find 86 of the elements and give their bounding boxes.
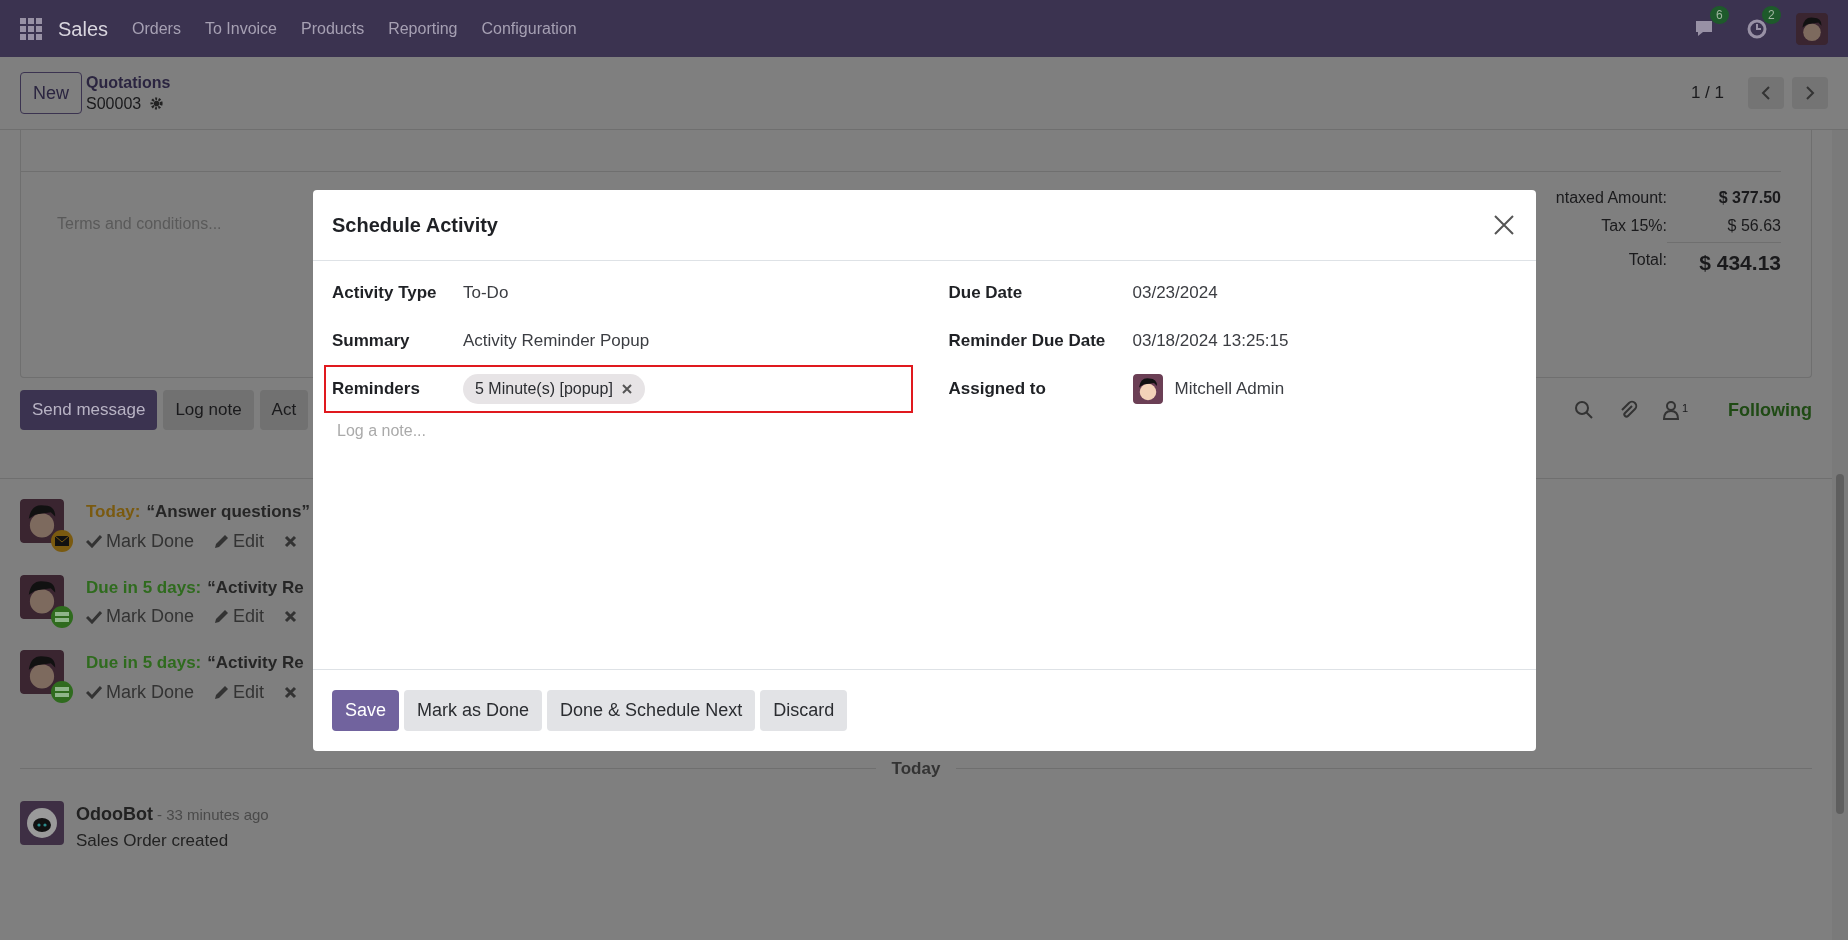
note-field[interactable]: Log a note...	[337, 419, 937, 443]
close-icon[interactable]	[1493, 214, 1515, 236]
apps-menu-icon[interactable]	[20, 17, 42, 40]
avatar-icon	[1132, 374, 1163, 404]
check-icon	[86, 609, 102, 624]
pencil-icon	[214, 533, 230, 549]
chevron-left-icon	[1760, 85, 1772, 101]
field-label: Summary	[332, 330, 411, 353]
edit-link[interactable]: Edit	[233, 603, 265, 630]
activity-due: Due in 5 days:	[86, 576, 202, 599]
field-label: Reminder Due Date	[948, 330, 1107, 353]
follower-count: 1	[1681, 401, 1688, 416]
field-label: Reminders	[332, 378, 421, 401]
dialog-button[interactable]: Save	[332, 690, 400, 731]
chatter-button[interactable]: Send message	[20, 390, 158, 430]
edit-link[interactable]: Edit	[233, 678, 265, 706]
record-name: S00003	[86, 94, 142, 114]
total-label: Total:	[1628, 250, 1667, 271]
total-value: $ 56.63	[1726, 216, 1781, 236]
field-label: Activity Type	[332, 282, 438, 305]
activity-due: Today:	[86, 501, 141, 523]
avatar-icon	[20, 499, 64, 543]
breadcrumb-link[interactable]: Quotations	[86, 72, 171, 93]
message-count-badge: 6	[1710, 5, 1729, 24]
message-body: Sales Order created	[76, 830, 230, 852]
gear-icon[interactable]	[149, 96, 165, 111]
cancel-icon[interactable]	[284, 534, 298, 548]
envelope-badge-icon	[50, 529, 74, 553]
activity-summary: “Activity Re	[207, 576, 304, 599]
chatter-button[interactable]: Act	[259, 390, 309, 430]
dialog-button[interactable]: Discard	[760, 690, 848, 731]
next-button[interactable]	[1792, 77, 1828, 109]
edit-link[interactable]: Edit	[233, 527, 265, 555]
menu-item[interactable]: To Invoice	[204, 16, 277, 41]
menu-item[interactable]: Reporting	[388, 16, 458, 41]
close-icon[interactable]	[620, 383, 633, 395]
cancel-icon[interactable]	[284, 685, 298, 699]
check-icon	[86, 685, 102, 699]
message-author[interactable]: OdooBot	[76, 801, 153, 828]
total-label: Tax 15%:	[1601, 216, 1667, 236]
pencil-icon	[214, 609, 230, 624]
chatter-button[interactable]: Log note	[163, 390, 254, 430]
list-badge-icon	[50, 680, 74, 704]
activity-count-badge: 2	[1762, 5, 1781, 24]
dialog-button[interactable]: Mark as Done	[404, 690, 543, 731]
cancel-icon[interactable]	[284, 610, 298, 623]
new-button[interactable]: New	[20, 72, 82, 114]
reminder-tag[interactable]: 5 Minute(s) [popup]	[463, 374, 645, 404]
avatar-icon	[20, 574, 64, 619]
field-value[interactable]: To-Do	[463, 280, 509, 306]
mark-done-link[interactable]: Mark Done	[106, 678, 195, 706]
robot-avatar-icon	[20, 801, 64, 845]
total-value: $ 377.50	[1717, 188, 1781, 208]
chevron-right-icon	[1804, 85, 1816, 101]
activity-due: Due in 5 days:	[86, 652, 202, 674]
field-label: Assigned to	[948, 378, 1047, 401]
following-button[interactable]: Following	[1728, 396, 1812, 424]
mark-done-link[interactable]: Mark Done	[106, 527, 195, 555]
mark-done-link[interactable]: Mark Done	[106, 603, 195, 630]
avatar-icon	[20, 650, 64, 694]
previous-button[interactable]	[1748, 77, 1784, 109]
pencil-icon	[214, 684, 230, 700]
dialog-title: Schedule Activity	[332, 213, 498, 238]
date-separator: Today	[891, 757, 941, 780]
clock-icon[interactable]	[1746, 17, 1768, 40]
search-icon[interactable]	[1573, 400, 1594, 420]
pager-text: 1 / 1	[1690, 82, 1724, 105]
list-badge-icon	[50, 604, 74, 629]
user-name[interactable]: Mitchell Admin	[1174, 376, 1285, 402]
avatar-icon	[1796, 12, 1828, 45]
person-icon[interactable]	[1661, 400, 1680, 420]
total-value: $ 434.13	[1667, 242, 1781, 279]
menu-item[interactable]: Orders	[132, 16, 181, 41]
app-name[interactable]: Sales	[58, 13, 109, 44]
scrollbar[interactable]	[1832, 130, 1848, 940]
check-icon	[86, 534, 102, 548]
menu-item[interactable]: Products	[301, 16, 365, 41]
field-value[interactable]: Activity Reminder Popup	[463, 328, 650, 354]
field-value[interactable]: 03/23/2024	[1132, 280, 1218, 306]
menu-item[interactable]: Configuration	[481, 16, 577, 41]
activity-summary: “Activity Re	[207, 652, 304, 674]
activity-summary: “Answer questions”	[146, 501, 310, 523]
dialog-button[interactable]: Done & Schedule Next	[547, 690, 756, 731]
field-value[interactable]: 03/18/2024 13:25:15	[1132, 328, 1289, 354]
total-label: ntaxed Amount:	[1555, 188, 1667, 208]
field-label: Due Date	[948, 282, 1024, 305]
